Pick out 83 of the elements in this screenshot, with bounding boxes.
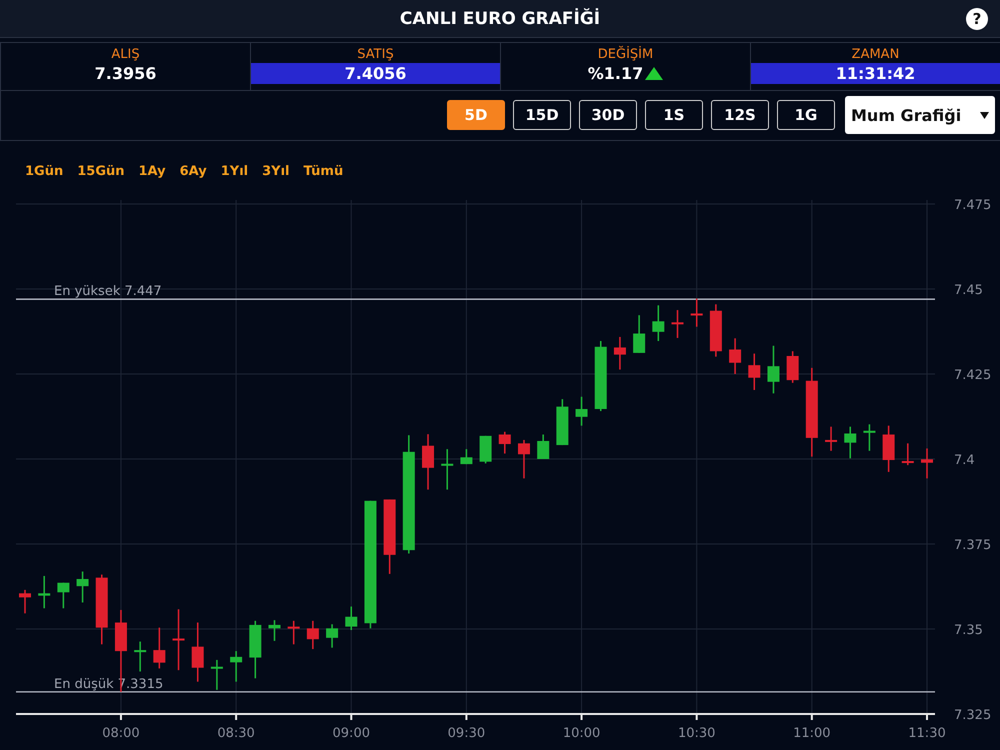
range-link[interactable]: Tümü [304, 164, 344, 179]
range-link[interactable]: 1Gün [25, 164, 64, 179]
candlestick [96, 574, 108, 644]
reference-label: En yüksek 7.447 [54, 284, 162, 300]
y-tick-label: 7.475 [954, 198, 992, 213]
y-tick-label: 7.35 [954, 622, 983, 638]
candlestick [594, 341, 607, 412]
y-tick-label: 7.45 [954, 282, 983, 298]
candlestick [153, 628, 166, 668]
x-tick-label: 11:30 [908, 726, 946, 741]
candlestick [767, 346, 780, 394]
candlestick [326, 624, 338, 648]
range-link[interactable]: 6Ay [180, 164, 207, 179]
candlestick [249, 620, 262, 678]
range-link[interactable]: 3Yıl [262, 164, 290, 179]
candlestick [345, 606, 358, 630]
candlestick [576, 396, 588, 426]
candlestick [844, 426, 856, 458]
range-link[interactable]: 1Yıl [220, 164, 248, 179]
candlestick [288, 620, 300, 644]
candlestick [172, 609, 185, 670]
candlestick [882, 426, 895, 472]
quote-label: ZAMAN [850, 46, 900, 64]
candlestick [902, 443, 914, 466]
candlestick [422, 434, 434, 490]
y-tick-label: 7.325 [954, 708, 992, 723]
period-button[interactable]: 12S [711, 100, 769, 130]
quote-label: SATIŞ [356, 46, 395, 64]
candlestick [38, 576, 50, 608]
candlestick [537, 434, 550, 459]
dropdown-caret-icon [980, 112, 989, 119]
candlestick [460, 449, 472, 464]
quote-value: 7.4056 [344, 63, 406, 84]
x-tick-label: 10:30 [678, 726, 716, 741]
help-button[interactable]: ? [966, 8, 988, 30]
page-title: CANLI EURO GRAFİĞİ [400, 8, 600, 29]
candlestick [672, 310, 684, 338]
quote-value: %1.17 [588, 63, 644, 84]
candlestick [748, 354, 760, 390]
candlestick [729, 338, 742, 374]
period-button[interactable]: 15D [513, 100, 571, 130]
x-tick-label: 08:30 [217, 726, 255, 741]
candlestick [614, 336, 626, 370]
candlestick [306, 620, 319, 650]
candlestick [786, 351, 799, 383]
candlestick [268, 620, 280, 641]
y-tick-label: 7.425 [954, 368, 992, 383]
candlestick [441, 449, 454, 490]
candlestick [134, 642, 146, 672]
y-tick-label: 7.375 [954, 538, 992, 553]
candlestick [76, 572, 89, 602]
chart-type-select[interactable]: Mum Grafiği [845, 96, 995, 134]
quote-value: 11:31:42 [836, 63, 916, 84]
candlestick [921, 448, 933, 478]
candlestick [825, 426, 838, 451]
candlestick [498, 432, 511, 454]
candlestick [652, 305, 664, 341]
period-button[interactable]: 1G [777, 100, 835, 130]
x-tick-label: 11:00 [793, 726, 831, 741]
period-button[interactable]: 30D [579, 100, 637, 130]
quote-value: 7.3956 [94, 63, 156, 84]
candlestick [690, 298, 703, 327]
candlestick [710, 304, 722, 357]
candlestick [57, 582, 70, 608]
range-link[interactable]: 15Gün [77, 164, 125, 179]
candlestick [230, 651, 242, 682]
candlestick [556, 399, 568, 446]
candlestick [480, 436, 492, 464]
x-tick-label: 09:00 [332, 726, 370, 741]
quote-label: DEĞİŞİM [596, 46, 654, 64]
quote-label: ALIŞ [110, 46, 141, 64]
y-tick-label: 7.4 [954, 452, 975, 468]
period-button[interactable]: 1S [645, 100, 703, 130]
candlestick [518, 440, 530, 478]
candlestick [19, 590, 31, 614]
candlestick [192, 622, 204, 682]
x-tick-label: 10:00 [562, 726, 600, 741]
x-tick-label: 09:30 [448, 726, 486, 741]
candlestick [863, 424, 876, 451]
candlestick [210, 660, 223, 690]
candlestick [633, 315, 646, 353]
x-tick-label: 08:00 [102, 726, 140, 741]
range-link[interactable]: 1Ay [138, 164, 166, 179]
